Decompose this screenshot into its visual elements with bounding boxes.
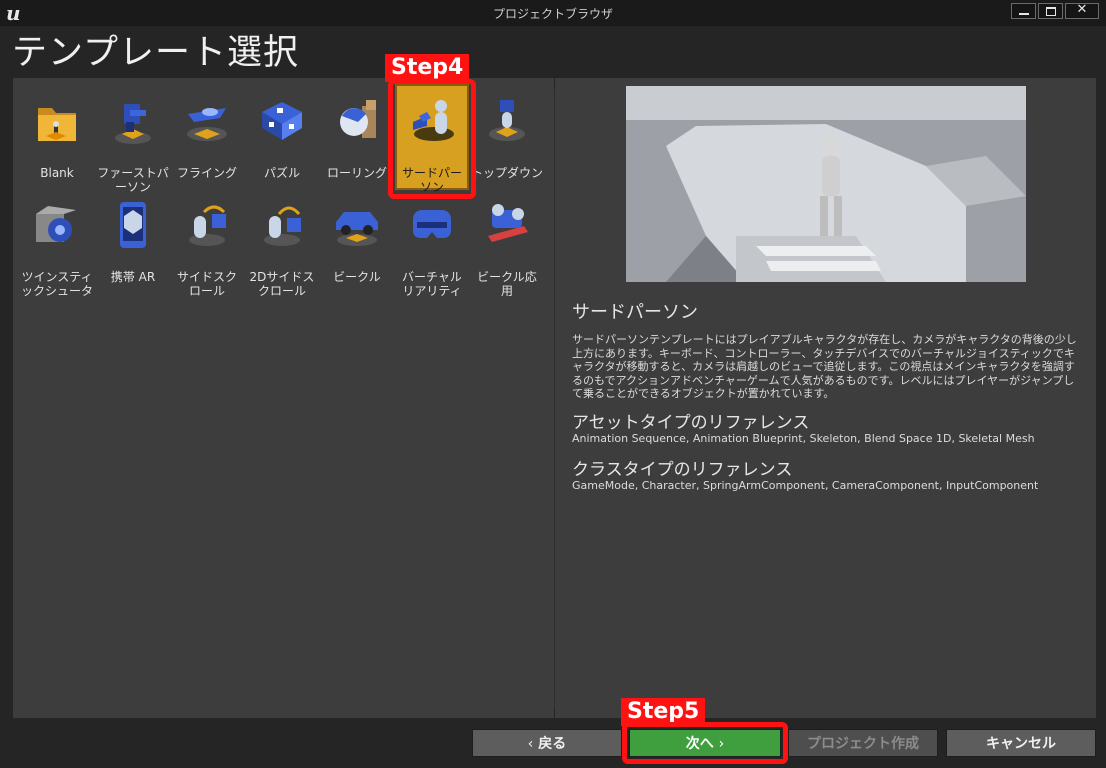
- third-person-character-icon: [413, 100, 454, 141]
- template-tile-top-down[interactable]: トップダウン: [470, 86, 544, 192]
- template-label: Blank: [40, 166, 74, 180]
- asset-types-heading: アセットタイプのリファレンス: [572, 413, 810, 433]
- mobile-phone-ar-icon: [120, 202, 146, 248]
- template-label: トップダウン: [470, 166, 543, 180]
- back-button[interactable]: ‹ 戻る: [472, 729, 622, 757]
- template-tile-flying[interactable]: フライング: [170, 86, 244, 192]
- class-types-list: GameMode, Character, SpringArmComponent,…: [572, 479, 1039, 492]
- first-person-gun-icon: [115, 104, 151, 144]
- template-label: 携帯 AR: [110, 270, 156, 284]
- maximize-button[interactable]: [1038, 3, 1063, 19]
- side-scroller-2d-icon: [264, 206, 301, 246]
- template-label: フライング: [176, 166, 237, 180]
- minimize-button[interactable]: [1011, 3, 1036, 19]
- create-project-button[interactable]: プロジェクト作成: [788, 729, 938, 757]
- class-types-heading: クラスタイプのリファレンス: [572, 460, 793, 480]
- template-label: ビークル応 用: [477, 270, 537, 298]
- template-label: ローリング: [326, 166, 387, 180]
- template-tile-side-scroller[interactable]: サイドスク ロール: [170, 190, 244, 298]
- template-label: 2Dサイドス クロール: [249, 270, 315, 298]
- template-tile-third-person[interactable]: サードパー ソン: [395, 84, 469, 194]
- step4-annotation-label: Step4: [385, 54, 470, 82]
- template-label: ツインスティ ックシュータ: [20, 270, 93, 298]
- template-label: バーチャル リアリティ: [402, 270, 462, 298]
- side-scroller-icon: [189, 205, 226, 246]
- top-down-character-icon: [489, 100, 525, 141]
- template-tile-vr[interactable]: バーチャル リアリティ: [395, 190, 469, 298]
- twin-stick-ship-icon: [36, 206, 76, 242]
- close-icon: ✕: [1076, 2, 1088, 17]
- step5-annotation-label: Step5: [621, 698, 706, 726]
- template-description: サードパーソンテンプレートにはプレイアブルキャラクタが存在し、カメラがキャラクタ…: [572, 333, 1077, 400]
- template-tile-first-person[interactable]: ファーストパ ーソン: [96, 86, 170, 194]
- cancel-button[interactable]: キャンセル: [946, 729, 1096, 757]
- chevron-left-icon: ‹: [527, 736, 534, 752]
- template-label: パズル: [263, 166, 300, 180]
- template-tile-blank[interactable]: Blank: [20, 86, 94, 192]
- folder-icon: [38, 108, 76, 141]
- template-tile-twin-stick[interactable]: ツインスティ ックシュータ: [20, 190, 94, 298]
- vehicle-advanced-icon: [488, 204, 528, 242]
- window-title: プロジェクトブラウザ: [492, 7, 613, 21]
- asset-types-list: Animation Sequence, Animation Blueprint,…: [572, 432, 1035, 445]
- next-button-label: 次へ: [685, 736, 714, 752]
- template-tile-rolling[interactable]: ローリング: [320, 86, 394, 192]
- vr-headset-icon: [413, 210, 451, 238]
- template-preview-image: [626, 86, 1026, 282]
- next-button[interactable]: 次へ ›: [629, 729, 781, 757]
- template-tile-mobile-ar[interactable]: 携帯 AR: [96, 190, 170, 296]
- chevron-right-icon: ›: [718, 736, 725, 752]
- rolling-ball-icon: [340, 100, 376, 138]
- template-label: サイドスク ロール: [176, 270, 237, 298]
- close-button[interactable]: ✕: [1065, 2, 1099, 19]
- flying-ship-icon: [187, 108, 227, 141]
- vehicle-car-icon: [336, 212, 378, 246]
- template-tile-vehicle[interactable]: ビークル: [320, 190, 394, 296]
- back-button-label: 戻る: [538, 736, 567, 752]
- template-tile-puzzle[interactable]: パズル: [245, 86, 319, 192]
- window-titlebar: u プロジェクトブラウザ ✕: [0, 0, 1106, 26]
- template-tile-side-scroller-2d[interactable]: 2Dサイドス クロール: [245, 190, 319, 298]
- template-tile-vehicle-advanced[interactable]: ビークル応 用: [470, 190, 544, 298]
- page-title: テンプレート選択: [12, 33, 299, 73]
- template-name: サードパーソン: [572, 302, 698, 323]
- puzzle-blocks-icon: [262, 102, 302, 140]
- template-label: ビークル: [333, 270, 381, 284]
